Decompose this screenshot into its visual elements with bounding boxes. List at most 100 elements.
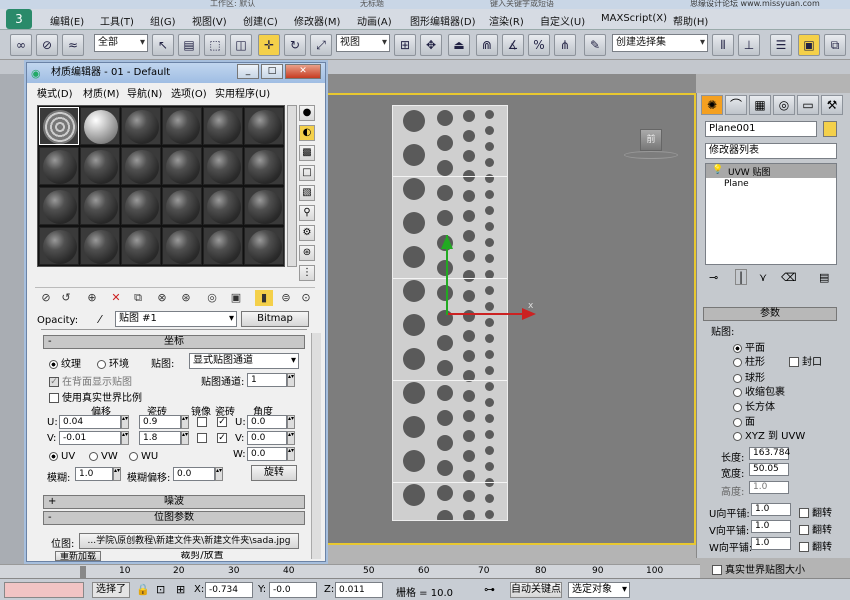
material-slot[interactable] bbox=[203, 147, 243, 185]
material-slot[interactable] bbox=[203, 227, 243, 265]
modifier-list-combo[interactable]: 修改器列表 bbox=[705, 143, 837, 159]
v-offset-spinner[interactable]: ▴▾ bbox=[121, 431, 129, 445]
video-color-check-icon[interactable]: ▧ bbox=[299, 185, 315, 201]
parameters-rollout-header[interactable]: 参数 bbox=[703, 307, 837, 321]
material-slot[interactable] bbox=[80, 187, 120, 225]
real-world-scale-check[interactable] bbox=[49, 393, 59, 403]
mat-menu-material[interactable]: 材质(M) bbox=[83, 85, 119, 100]
material-slot[interactable] bbox=[244, 147, 284, 185]
stack-item-plane[interactable]: Plane bbox=[724, 179, 749, 189]
menu-tools[interactable]: 工具(T) bbox=[100, 13, 134, 28]
lock-selection-icon[interactable]: 🔒 bbox=[136, 583, 150, 596]
viewcube-icon[interactable]: 前 bbox=[640, 129, 662, 151]
mat-menu-navigation[interactable]: 导航(N) bbox=[127, 85, 162, 100]
material-slot[interactable] bbox=[80, 147, 120, 185]
maximize-button[interactable]: □ bbox=[261, 64, 283, 79]
reload-button[interactable]: 重新加载 bbox=[55, 551, 101, 561]
wu-radio[interactable]: WU bbox=[129, 451, 158, 462]
angle-snap-icon[interactable]: ∡ bbox=[502, 34, 524, 56]
bitmap-params-rollout-header[interactable]: - 位图参数 bbox=[43, 511, 305, 525]
material-slot[interactable] bbox=[80, 107, 120, 145]
height-field[interactable]: 1.0 bbox=[749, 481, 789, 494]
make-unique-icon[interactable]: ⋎ bbox=[759, 271, 767, 284]
schematic-view-icon[interactable]: ⧉ bbox=[824, 34, 846, 56]
u-angle-field[interactable]: 0.0 bbox=[247, 415, 287, 429]
material-slot[interactable] bbox=[244, 107, 284, 145]
material-slot[interactable] bbox=[39, 187, 79, 225]
mapping-spherical[interactable]: 球形 bbox=[733, 369, 765, 384]
make-unique-mat-icon[interactable]: ⊗ bbox=[153, 290, 171, 306]
configure-sets-icon[interactable]: ▤ bbox=[819, 271, 829, 284]
gizmo-y-arrow-icon[interactable] bbox=[441, 235, 453, 249]
uv-tiling-icon[interactable]: □ bbox=[299, 165, 315, 181]
blur-offset-field[interactable]: 0.0 bbox=[173, 467, 215, 481]
menu-create[interactable]: 创建(C) bbox=[243, 13, 278, 28]
map-channel-spinner[interactable]: ▴▾ bbox=[287, 373, 295, 387]
copy-material-icon[interactable]: ⧉ bbox=[129, 290, 147, 306]
v-angle-spinner[interactable]: ▴▾ bbox=[287, 431, 295, 445]
mat-menu-options[interactable]: 选项(O) bbox=[171, 85, 207, 100]
v-tile-check-icon[interactable]: ✓ bbox=[217, 433, 227, 443]
pin-stack-icon[interactable]: ⊸ bbox=[709, 271, 718, 284]
show-back-check-icon[interactable]: ✓ bbox=[49, 377, 59, 387]
radio-shrinkwrap[interactable] bbox=[733, 387, 742, 397]
rotate-icon[interactable]: ↻ bbox=[284, 34, 306, 56]
u-offset-field[interactable]: 0.04 bbox=[59, 415, 121, 429]
show-map-on-back[interactable]: ✓ 在背面显示贴图 bbox=[49, 373, 132, 388]
real-world-size-checkbox[interactable]: 真实世界贴图大小 bbox=[712, 561, 805, 576]
v-tiling-field[interactable]: 1.8 bbox=[139, 431, 181, 445]
z-coord-field[interactable]: 0.011 bbox=[335, 582, 383, 598]
pivot-center-icon[interactable]: ⊞ bbox=[394, 34, 416, 56]
manipulate-icon[interactable]: ✥ bbox=[420, 34, 442, 56]
mapping-xyz-to-uvw[interactable]: XYZ 到 UVW bbox=[733, 427, 805, 442]
blur-spinner[interactable]: ▴▾ bbox=[113, 467, 121, 481]
v-mirror-checkbox[interactable] bbox=[197, 433, 207, 443]
move-icon[interactable]: ✛ bbox=[258, 34, 280, 56]
menu-group[interactable]: 组(G) bbox=[150, 13, 176, 28]
blur-field[interactable]: 1.0 bbox=[75, 467, 113, 481]
bitmap-path-button[interactable]: ...学院\原创教程\新建文件夹\新建文件夹\sada.jpg bbox=[79, 533, 299, 549]
mapping-planar[interactable]: 平面 bbox=[733, 339, 765, 354]
motion-tab-icon[interactable]: ◎ bbox=[773, 95, 795, 115]
create-tab-icon[interactable]: ✺ bbox=[701, 95, 723, 115]
radio-texture[interactable] bbox=[49, 359, 58, 369]
map-channel-field[interactable]: 1 bbox=[247, 373, 287, 387]
reset-map-icon[interactable]: ✕ bbox=[107, 290, 125, 306]
radio-xyz[interactable] bbox=[733, 431, 742, 441]
select-by-material-icon[interactable]: ⊛ bbox=[299, 245, 315, 261]
y-coord-field[interactable]: -0.0 bbox=[269, 582, 317, 598]
material-slot[interactable] bbox=[121, 187, 161, 225]
radio-cylindrical[interactable] bbox=[733, 357, 742, 367]
object-name-field[interactable]: Plane001 bbox=[705, 121, 817, 137]
material-slot[interactable] bbox=[39, 147, 79, 185]
noise-rollout-header[interactable]: + 噪波 bbox=[43, 495, 305, 509]
u-tiling-field[interactable]: 0.9 bbox=[139, 415, 181, 429]
material-slot[interactable] bbox=[203, 107, 243, 145]
material-slot[interactable] bbox=[121, 227, 161, 265]
w-tile-field[interactable]: 1.0 bbox=[751, 537, 791, 550]
material-slot[interactable] bbox=[162, 147, 202, 185]
stack-item-uvw[interactable]: 💡 UVW 贴图 bbox=[706, 164, 836, 178]
v-tile-field[interactable]: 1.0 bbox=[751, 520, 791, 533]
mapping-shrinkwrap[interactable]: 收缩包裹 bbox=[733, 383, 785, 398]
scale-icon[interactable]: ⤢ bbox=[310, 34, 332, 56]
viewport-front[interactable]: x 前 bbox=[326, 93, 696, 545]
real-world-size-check[interactable] bbox=[712, 565, 722, 575]
material-id-icon[interactable]: ◎ bbox=[203, 290, 221, 306]
unlink-icon[interactable]: ⊘ bbox=[36, 34, 58, 56]
menu-graph-editors[interactable]: 图形编辑器(D) bbox=[410, 13, 476, 28]
select-by-name-icon[interactable]: ▤ bbox=[178, 34, 200, 56]
key-icon[interactable]: ⊶ bbox=[484, 583, 495, 596]
percent-snap-icon[interactable]: % bbox=[528, 34, 550, 56]
mapping-box[interactable]: 长方体 bbox=[733, 398, 775, 413]
sample-type-icon[interactable]: ● bbox=[299, 105, 315, 121]
material-slot[interactable] bbox=[80, 227, 120, 265]
map-type-button[interactable]: Bitmap bbox=[241, 311, 309, 327]
use-real-world-scale[interactable]: 使用真实世界比例 bbox=[49, 389, 142, 404]
named-selection-combo[interactable]: 创建选择集 bbox=[612, 34, 708, 52]
mapping-type-combo[interactable]: 显式贴图通道 bbox=[189, 353, 299, 369]
material-slot[interactable] bbox=[162, 187, 202, 225]
menu-help[interactable]: 帮助(H) bbox=[673, 13, 708, 28]
radio-vw[interactable] bbox=[89, 451, 98, 461]
v-flip-check[interactable] bbox=[799, 525, 809, 535]
